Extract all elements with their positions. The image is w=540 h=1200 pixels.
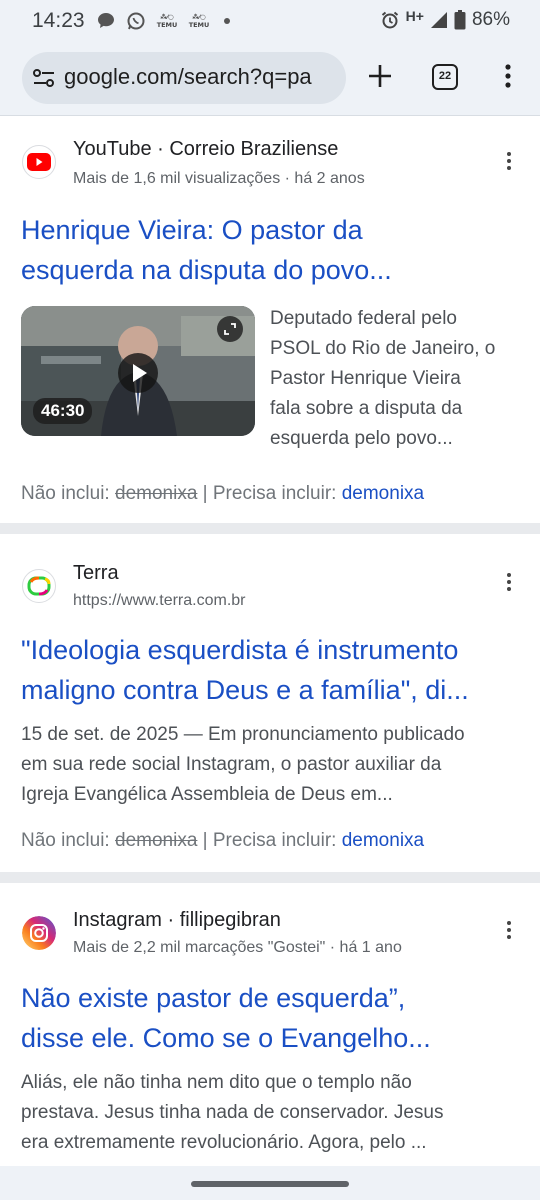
signal-icon [430, 12, 447, 28]
alarm-icon [381, 11, 398, 29]
result-more-icon[interactable] [502, 150, 516, 172]
battery-icon [454, 10, 466, 30]
result-separator [0, 523, 540, 534]
result-more-icon[interactable] [502, 571, 516, 593]
status-right: H+ 86% [380, 8, 510, 31]
chat-bubble-icon [98, 13, 114, 28]
result-snippet: 15 de set. de 2025 — Em pronunciamento p… [21, 724, 465, 805]
expand-icon[interactable] [217, 316, 243, 342]
result-source: YouTube · Correio Braziliense [73, 138, 339, 160]
result-snippet: Aliás, ele não tinha nem dito que o temp… [21, 1072, 444, 1153]
notification-icons: ⁂⁄○ TEMU ⁂⁄○ TEMU [96, 11, 230, 31]
result-meta: Mais de 2,2 mil marcações "Gostei" · há … [73, 939, 402, 956]
video-thumbnail[interactable]: 46:30 [21, 306, 255, 436]
site-settings-icon[interactable] [32, 67, 56, 89]
result-title[interactable]: "Ideologia esquerdista é instrumento mal… [21, 630, 526, 710]
excluded-term: demonixa [115, 483, 198, 504]
battery-percent: 86% [471, 9, 510, 30]
required-term-link[interactable]: demonixa [342, 483, 424, 504]
missing-terms-row: Não inclui: demonixa | Precisa incluir: … [21, 830, 425, 851]
network-type: H+ [405, 8, 424, 24]
result-source: Terra [73, 562, 119, 584]
temu-icon: ⁂⁄○ TEMU [156, 13, 178, 29]
gesture-navigation-bar [0, 1166, 540, 1200]
search-result[interactable]: Terra https://www.terra.com.br "Ideologi… [0, 534, 540, 872]
result-meta: https://www.terra.com.br [73, 592, 246, 609]
result-title[interactable]: Não existe pastor de esquerda”, disse el… [21, 978, 526, 1058]
status-time: 14:23 [32, 9, 85, 32]
browser-toolbar: google.com/search?q=pa 22 [0, 42, 540, 116]
play-icon[interactable] [118, 353, 158, 393]
search-result[interactable]: Instagram · fillipegibran Mais de 2,2 mi… [0, 883, 540, 1166]
new-tab-button[interactable] [366, 62, 394, 90]
terra-favicon-icon [22, 569, 56, 603]
result-meta: Mais de 1,6 mil visualizações · há 2 ano… [73, 170, 365, 187]
whatsapp-icon [127, 12, 145, 30]
result-more-icon[interactable] [502, 919, 516, 941]
status-bar: 14:23 ⁂⁄○ TEMU ⁂⁄○ TEMU H+ 86% [0, 0, 540, 42]
instagram-favicon-icon [22, 916, 56, 950]
result-source: Instagram · fillipegibran [73, 909, 281, 931]
url-text[interactable]: google.com/search?q=pa [64, 64, 312, 90]
address-bar[interactable]: google.com/search?q=pa [22, 52, 346, 104]
result-snippet: Deputado federal pelo PSOL do Rio de Jan… [270, 308, 496, 449]
result-separator [0, 872, 540, 883]
youtube-favicon-icon [22, 145, 56, 179]
home-gesture-handle[interactable] [191, 1181, 349, 1187]
tab-switcher-button[interactable]: 22 [432, 64, 458, 90]
more-options-icon[interactable] [500, 62, 516, 90]
temu-icon: ⁂⁄○ TEMU [188, 13, 210, 29]
excluded-term: demonixa [115, 830, 198, 851]
notification-dot-icon [224, 18, 230, 24]
video-duration: 46:30 [33, 398, 93, 424]
missing-terms-row: Não inclui: demonixa | Precisa incluir: … [21, 483, 425, 504]
result-title[interactable]: Henrique Vieira: O pastor da esquerda na… [21, 210, 526, 290]
required-term-link[interactable]: demonixa [342, 830, 424, 851]
